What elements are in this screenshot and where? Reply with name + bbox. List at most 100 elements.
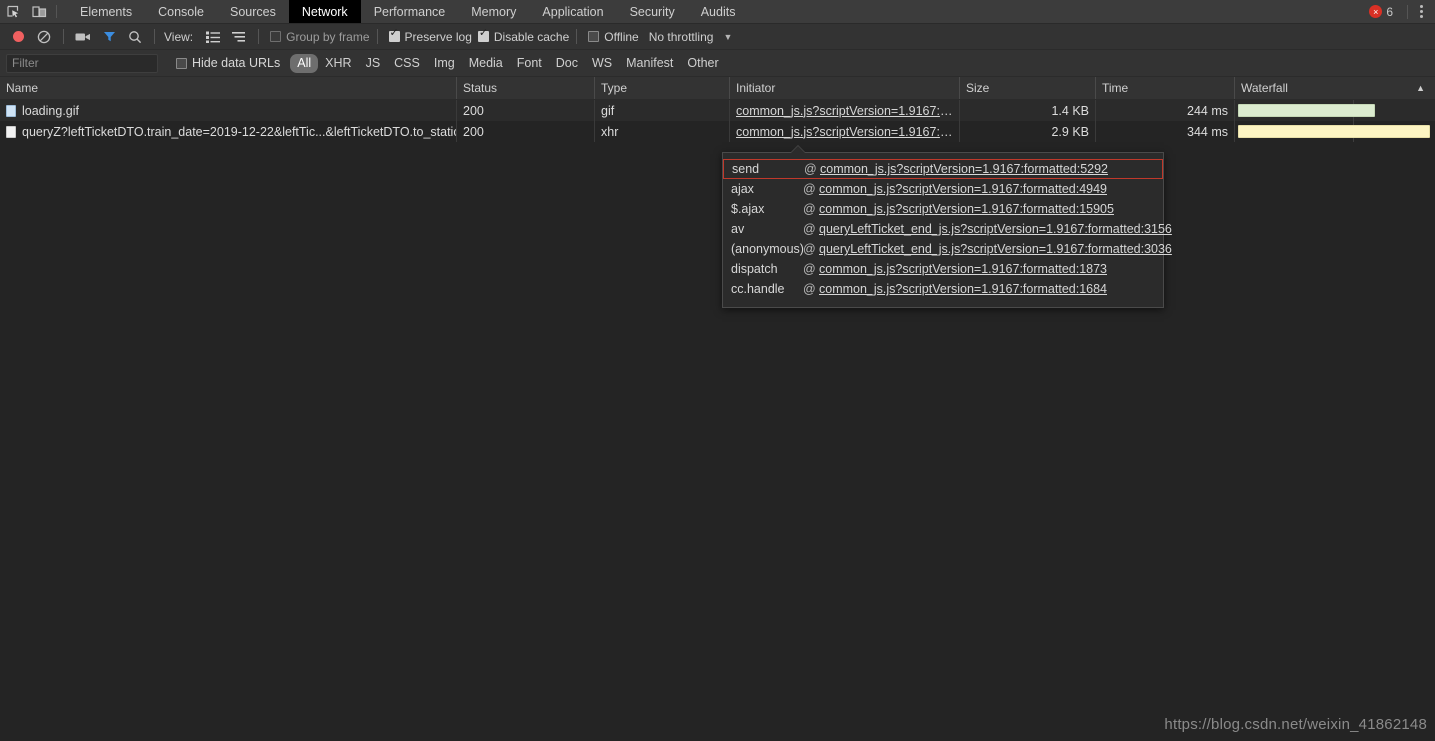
- stack-frame[interactable]: send @ common_js.js?scriptVersion=1.9167…: [723, 159, 1163, 179]
- chevron-down-icon[interactable]: ▼: [723, 32, 732, 42]
- inspect-element-icon[interactable]: [0, 0, 26, 23]
- tab-label: Application: [542, 4, 604, 19]
- stack-frame[interactable]: ajax @ common_js.js?scriptVersion=1.9167…: [723, 179, 1163, 199]
- column-header-size[interactable]: Size: [960, 77, 1096, 99]
- requests-table-body: loading.gif 200 gif common_js.js?scriptV…: [0, 100, 1435, 142]
- column-header-type[interactable]: Type: [595, 77, 730, 99]
- network-toolbar: View: Group by frame Preserve log: [0, 24, 1435, 50]
- filter-input[interactable]: [6, 53, 158, 73]
- stack-frame[interactable]: av @ queryLeftTicket_end_js.js?scriptVer…: [723, 219, 1172, 239]
- column-header-initiator[interactable]: Initiator: [730, 77, 960, 99]
- cell-status: 200: [457, 121, 595, 142]
- column-header-time[interactable]: Time: [1096, 77, 1235, 99]
- view-waterfall-icon[interactable]: [227, 26, 251, 48]
- toolbar-divider-2: [154, 29, 155, 44]
- clear-button[interactable]: [32, 26, 56, 48]
- sort-ascending-icon[interactable]: ▲: [1416, 83, 1425, 93]
- requests-table-header: Name Status Type Initiator Size Time Wat…: [0, 77, 1435, 100]
- tab-label: Audits: [700, 4, 736, 19]
- filter-chip-media[interactable]: Media: [462, 54, 510, 73]
- offline-checkbox[interactable]: Offline: [588, 30, 639, 44]
- tab-sources[interactable]: Sources: [217, 0, 289, 23]
- cell-type: gif: [595, 100, 730, 121]
- stack-frame[interactable]: cc.handle @ common_js.js?scriptVersion=1…: [723, 279, 1163, 299]
- tab-console[interactable]: Console: [145, 0, 217, 23]
- filter-chip-other[interactable]: Other: [680, 54, 725, 73]
- stack-frame-link[interactable]: common_js.js?scriptVersion=1.9167:format…: [820, 162, 1108, 176]
- tab-elements[interactable]: Elements: [67, 0, 145, 23]
- column-label: Waterfall: [1241, 81, 1288, 95]
- request-name: loading.gif: [22, 103, 79, 118]
- preserve-log-checkbox[interactable]: Preserve log: [388, 28, 472, 44]
- record-button[interactable]: [6, 26, 30, 48]
- stack-frame[interactable]: $.ajax @ common_js.js?scriptVersion=1.91…: [723, 199, 1163, 219]
- cell-time: 344 ms: [1096, 121, 1235, 142]
- tab-performance[interactable]: Performance: [361, 0, 459, 23]
- cell-name[interactable]: queryZ?leftTicketDTO.train_date=2019-12-…: [0, 121, 457, 142]
- stack-frame-function: ajax: [731, 182, 754, 196]
- devtools-window: Elements Console Sources Network Perform…: [0, 0, 1435, 741]
- hide-data-urls-label: Hide data URLs: [192, 56, 281, 70]
- cell-initiator[interactable]: common_js.js?scriptVersion=1.9167:for...: [730, 100, 960, 121]
- filter-chip-xhr[interactable]: XHR: [318, 54, 358, 73]
- throttling-select[interactable]: No throttling: [649, 30, 714, 44]
- stack-frame-link[interactable]: common_js.js?scriptVersion=1.9167:format…: [819, 282, 1107, 296]
- cell-name[interactable]: loading.gif: [0, 100, 457, 121]
- filter-chip-css[interactable]: CSS: [387, 54, 427, 73]
- cell-initiator[interactable]: common_js.js?scriptVersion=1.9167:for...: [730, 121, 960, 142]
- error-badge[interactable]: × 6: [1369, 5, 1401, 19]
- group-by-frame-checkbox[interactable]: Group by frame: [270, 30, 370, 44]
- table-row[interactable]: queryZ?leftTicketDTO.train_date=2019-12-…: [0, 121, 1435, 142]
- search-icon[interactable]: [123, 26, 147, 48]
- stack-frame-link[interactable]: common_js.js?scriptVersion=1.9167:format…: [819, 202, 1114, 216]
- device-toolbar-icon[interactable]: [26, 0, 52, 23]
- tab-memory[interactable]: Memory: [458, 0, 529, 23]
- stack-frame-function: $.ajax: [731, 202, 765, 216]
- disable-cache-checkbox[interactable]: Disable cache: [477, 28, 570, 44]
- disable-cache-label: Disable cache: [493, 29, 570, 44]
- tab-application[interactable]: Application: [529, 0, 616, 23]
- filter-chip-all[interactable]: All: [290, 53, 319, 73]
- cell-waterfall[interactable]: [1235, 100, 1435, 121]
- cell-type: xhr: [595, 121, 730, 142]
- filter-chip-ws[interactable]: WS: [585, 54, 619, 73]
- filter-chip-font[interactable]: Font: [510, 54, 549, 73]
- cell-waterfall[interactable]: [1235, 121, 1435, 142]
- tab-label: Performance: [373, 4, 446, 19]
- filter-chip-manifest[interactable]: Manifest: [619, 54, 680, 73]
- view-list-icon[interactable]: [201, 26, 225, 48]
- error-count: 6: [1386, 4, 1393, 19]
- column-header-name[interactable]: Name: [0, 77, 457, 99]
- tab-label: Console: [158, 4, 204, 19]
- column-label: Name: [6, 81, 39, 95]
- stack-frame-link[interactable]: common_js.js?scriptVersion=1.9167:format…: [819, 262, 1107, 276]
- tab-network[interactable]: Network: [288, 0, 361, 23]
- filter-chip-js[interactable]: JS: [359, 54, 388, 73]
- tabbar-divider: [56, 5, 57, 18]
- filter-chip-doc[interactable]: Doc: [549, 54, 585, 73]
- filter-chip-img[interactable]: Img: [427, 54, 462, 73]
- initiator-callstack-popup: send @ common_js.js?scriptVersion=1.9167…: [722, 145, 1172, 308]
- tab-security[interactable]: Security: [617, 0, 688, 23]
- stack-frame-link[interactable]: common_js.js?scriptVersion=1.9167:format…: [819, 182, 1107, 196]
- devtools-tabbar: Elements Console Sources Network Perform…: [0, 0, 1435, 24]
- resource-type-filters: All XHR JS CSS Img Media Font Doc WS Man…: [290, 53, 725, 73]
- filter-icon[interactable]: [97, 26, 121, 48]
- stack-frame[interactable]: dispatch @ common_js.js?scriptVersion=1.…: [723, 259, 1163, 279]
- cell-size: 2.9 KB: [960, 121, 1096, 142]
- initiator-link[interactable]: common_js.js?scriptVersion=1.9167:for...: [736, 104, 953, 118]
- at-symbol: @: [803, 262, 816, 276]
- table-row[interactable]: loading.gif 200 gif common_js.js?scriptV…: [0, 100, 1435, 121]
- column-header-waterfall[interactable]: Waterfall ▲: [1235, 77, 1435, 99]
- kebab-menu-icon[interactable]: [1414, 5, 1429, 18]
- tabbar-right-divider: [1407, 4, 1408, 19]
- column-header-status[interactable]: Status: [457, 77, 595, 99]
- screenshot-camera-icon[interactable]: [71, 26, 95, 48]
- stack-frame-link[interactable]: queryLeftTicket_end_js.js?scriptVersion=…: [819, 242, 1172, 256]
- tab-label: Memory: [471, 4, 517, 19]
- stack-frame[interactable]: (anonymous) @ queryLeftTicket_end_js.js?…: [723, 239, 1172, 259]
- hide-data-urls-checkbox[interactable]: Hide data URLs: [176, 56, 280, 70]
- stack-frame-link[interactable]: queryLeftTicket_end_js.js?scriptVersion=…: [819, 222, 1172, 236]
- initiator-link[interactable]: common_js.js?scriptVersion=1.9167:for...: [736, 125, 953, 139]
- tab-audits[interactable]: Audits: [688, 0, 749, 23]
